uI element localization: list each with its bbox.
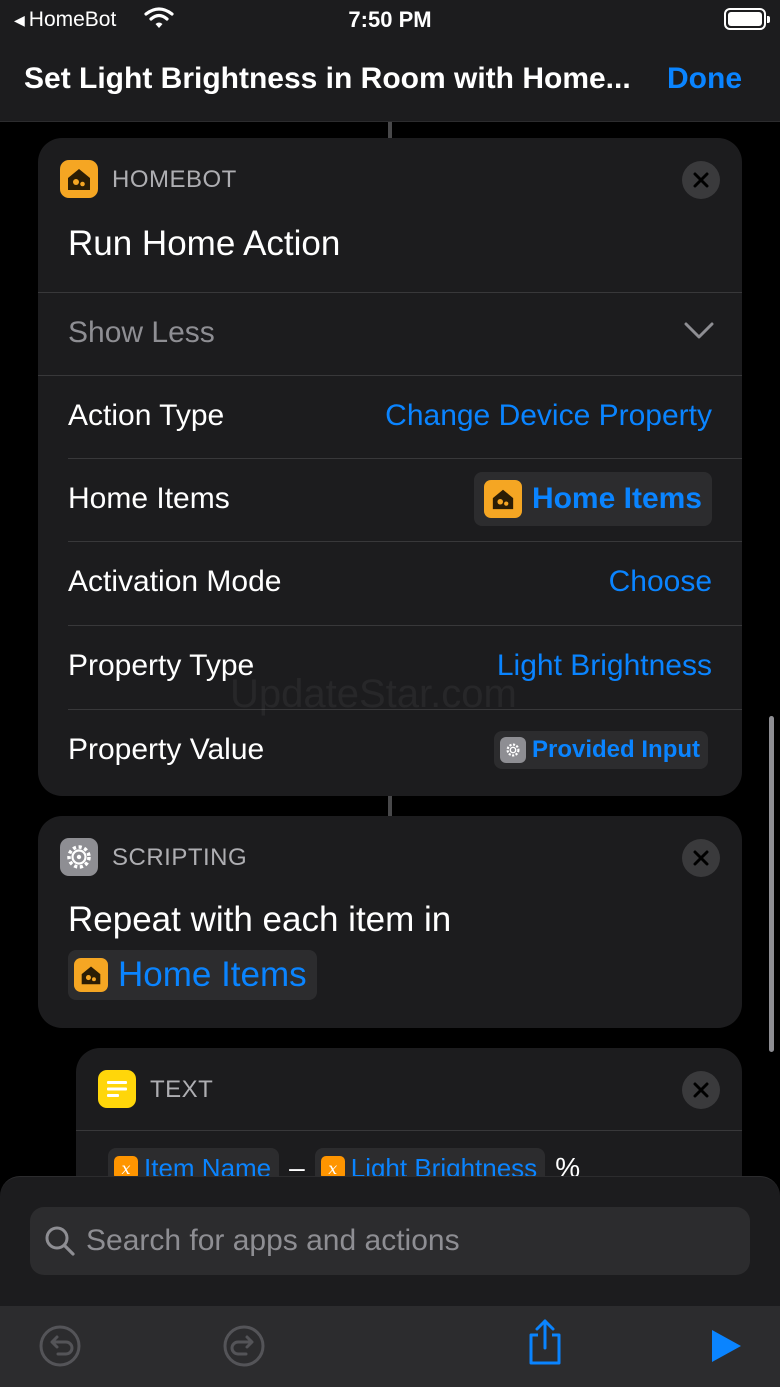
remove-action-button[interactable] <box>682 839 720 877</box>
homebot-app-icon <box>483 480 522 518</box>
home-items-variable-pill[interactable]: Home Items <box>68 950 317 1000</box>
share-button[interactable] <box>521 1318 569 1366</box>
search-input[interactable] <box>86 1207 726 1275</box>
connector-line <box>388 796 392 816</box>
home-items-variable-pill[interactable]: Home Items <box>473 472 712 526</box>
search-field[interactable] <box>30 1207 750 1275</box>
gear-icon <box>67 845 91 869</box>
done-button[interactable]: Done <box>667 62 742 96</box>
app-label: HOMEBOT <box>112 166 237 193</box>
show-less-label: Show Less <box>68 316 215 349</box>
pill-label: Home Items <box>531 482 702 515</box>
text-action-card[interactable]: TEXT x Item Name – x Light Brightness % <box>76 1048 742 1182</box>
param-label: Property Value <box>68 733 265 766</box>
connector-line <box>388 122 392 138</box>
share-icon <box>529 1319 561 1365</box>
param-value[interactable]: Change Device Property <box>385 399 712 433</box>
param-label: Home Items <box>68 482 230 515</box>
clock: 7:50 PM <box>348 7 432 32</box>
redo-icon <box>223 1325 265 1367</box>
watermark: UpdateStar.com <box>230 672 517 716</box>
navigation-bar: Set Light Brightness in Room with Home..… <box>0 44 780 122</box>
app-label: SCRIPTING <box>112 844 248 871</box>
search-icon <box>45 1226 75 1256</box>
divider <box>68 458 742 459</box>
close-icon <box>693 172 709 188</box>
status-bar: ◀ HomeBot 7:50 PM <box>0 0 780 44</box>
card-header: SCRIPTING <box>38 816 742 898</box>
gear-icon <box>500 737 526 763</box>
repeat-action-card[interactable]: SCRIPTING Repeat with each item in Home … <box>38 816 742 1028</box>
pill-label: Provided Input <box>532 736 700 763</box>
app-label: TEXT <box>150 1076 214 1103</box>
param-row-home-items[interactable]: Home Items Home Items <box>38 458 742 541</box>
action-search-sheet <box>0 1176 780 1306</box>
shortcut-title[interactable]: Set Light Brightness in Room with Home..… <box>24 62 654 96</box>
remove-action-button[interactable] <box>682 161 720 199</box>
provided-input-pill[interactable]: Provided Input <box>494 731 708 769</box>
divider <box>38 375 742 376</box>
divider <box>38 292 742 293</box>
text-app-icon <box>98 1070 136 1108</box>
param-value[interactable]: Choose <box>609 565 712 599</box>
param-row-action-type[interactable]: Action Type Change Device Property <box>38 375 742 458</box>
divider <box>68 625 742 626</box>
action-title: Repeat with each item in <box>68 900 452 939</box>
close-icon <box>693 1082 709 1098</box>
card-header: HOMEBOT <box>38 138 742 220</box>
remove-action-button[interactable] <box>682 1071 720 1109</box>
scrollbar[interactable] <box>769 716 774 1052</box>
scripting-app-icon <box>60 838 98 876</box>
action-editor[interactable]: HOMEBOT Run Home Action Show Less Action… <box>0 122 780 1182</box>
param-label: Activation Mode <box>68 565 282 598</box>
redo-button[interactable] <box>220 1322 268 1370</box>
play-icon <box>712 1330 741 1362</box>
show-less-toggle[interactable]: Show Less <box>38 292 742 375</box>
homebot-app-icon <box>74 958 108 992</box>
param-label: Property Type <box>68 649 255 682</box>
undo-icon <box>39 1325 81 1367</box>
text-lines-icon <box>107 1081 127 1097</box>
close-icon <box>693 850 709 866</box>
chevron-down-icon <box>684 322 714 339</box>
divider <box>68 541 742 542</box>
card-header: TEXT <box>76 1048 742 1130</box>
param-row-property-value[interactable]: Property Value Provided Input <box>38 709 742 792</box>
run-button[interactable] <box>702 1322 750 1370</box>
battery-icon <box>724 8 770 30</box>
param-label: Action Type <box>68 399 225 432</box>
bottom-toolbar <box>0 1306 780 1387</box>
pill-label: Home Items <box>118 955 307 994</box>
param-value[interactable]: Light Brightness <box>497 649 712 683</box>
homebot-app-icon <box>60 160 98 198</box>
divider <box>76 1130 742 1131</box>
param-row-activation-mode[interactable]: Activation Mode Choose <box>38 541 742 624</box>
action-title: Run Home Action <box>68 224 341 263</box>
undo-button[interactable] <box>36 1322 84 1370</box>
